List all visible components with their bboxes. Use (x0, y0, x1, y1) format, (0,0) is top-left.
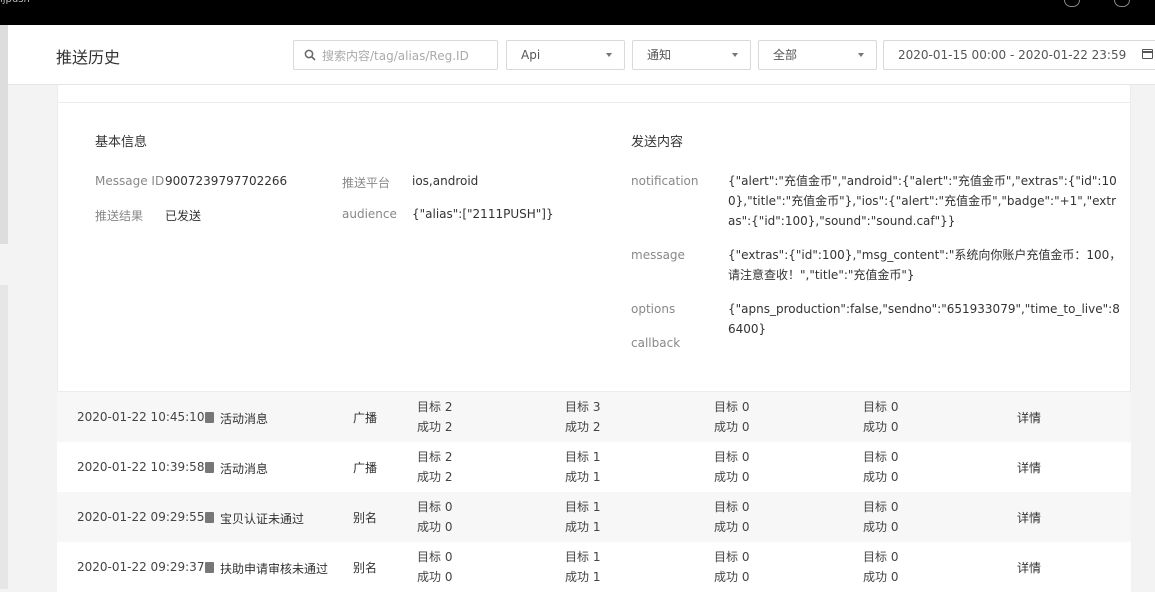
search-box[interactable] (293, 40, 498, 71)
document-icon (205, 412, 214, 423)
content-title: 发送内容 (631, 135, 684, 150)
detail-link[interactable]: 详情 (1017, 409, 1041, 426)
bell-icon[interactable] (1114, 0, 1130, 7)
audience-value: {"alias":["2111PUSH"]} (412, 207, 554, 221)
document-icon (205, 512, 214, 523)
calendar-icon (1142, 49, 1153, 59)
table-row[interactable]: 2020-01-22 10:45:10 活动消息 广播 目标 2 成功 2 目标 … (57, 392, 1131, 442)
winphone-stats: 目标 0 成功 0 (714, 550, 750, 584)
options-value: {"apns_production":false,"sendno":"65193… (728, 302, 1120, 336)
row-title: 宝贝认证未通过 (220, 512, 305, 526)
chevron-down-icon (858, 53, 864, 57)
row-time: 2020-01-22 10:39:58 (77, 460, 205, 474)
top-bar: ijpush (0, 0, 1155, 25)
help-icon[interactable] (1064, 0, 1080, 7)
divider (58, 102, 1130, 103)
row-type: 广播 (353, 461, 378, 475)
callback-label: callback (631, 336, 681, 350)
left-rail-lower (0, 285, 8, 589)
android-stats: 目标 2 成功 2 (417, 400, 453, 434)
date-range-picker[interactable]: 2020-01-15 00:00 - 2020-01-22 23:59 (883, 40, 1155, 70)
row-type: 别名 (353, 511, 378, 525)
chevron-down-icon (732, 53, 738, 57)
row-type: 别名 (353, 561, 378, 575)
type-select[interactable]: 通知 (632, 40, 751, 70)
table-row[interactable]: 2020-01-22 09:29:37 扶助申请审核未通过 别名 目标 0 成功 … (57, 542, 1131, 592)
notification-value: {"alert":"充值金币","android":{"alert":"充值金币… (728, 174, 1117, 228)
options-label: options (631, 302, 676, 316)
row-time: 2020-01-22 10:45:10 (77, 410, 205, 424)
ios-stats: 目标 1 成功 1 (565, 450, 601, 484)
left-rail (0, 25, 8, 244)
detail-link[interactable]: 详情 (1017, 559, 1041, 576)
notification-label: notification (631, 174, 699, 188)
table-row[interactable]: 2020-01-22 09:29:55 宝贝认证未通过 别名 目标 0 成功 0 … (57, 492, 1131, 542)
detail-link[interactable]: 详情 (1017, 509, 1041, 526)
platform-select[interactable]: Api (506, 40, 625, 70)
page-header: 推送历史 Api 通知 全部 2020-01-15 00:00 - 2020-0… (8, 25, 1155, 85)
message-value: {"extras":{"id":100},"msg_content":"系统向你… (728, 248, 1122, 282)
android-stats: 目标 0 成功 0 (417, 550, 453, 584)
table-row[interactable]: 2020-01-22 10:39:58 活动消息 广播 目标 2 成功 2 目标 … (57, 442, 1131, 492)
basic-info-title: 基本信息 (95, 135, 148, 150)
detail-link[interactable]: 详情 (1017, 459, 1041, 476)
android-stats: 目标 2 成功 2 (417, 450, 453, 484)
status-select[interactable]: 全部 (758, 40, 877, 70)
chevron-down-icon (606, 53, 612, 57)
document-icon (205, 562, 214, 573)
row-type: 广播 (353, 411, 378, 425)
row-title: 活动消息 (220, 462, 269, 476)
type-select-value: 通知 (647, 48, 672, 62)
row-title: 活动消息 (220, 412, 269, 426)
result-label: 推送结果 (95, 209, 144, 223)
result-value: 已发送 (165, 209, 202, 223)
other-stats: 目标 0 成功 0 (863, 500, 899, 534)
ios-stats: 目标 1 成功 1 (565, 500, 601, 534)
winphone-stats: 目标 0 成功 0 (714, 400, 750, 434)
page-title: 推送历史 (56, 48, 121, 67)
status-select-value: 全部 (773, 48, 798, 62)
other-stats: 目标 0 成功 0 (863, 550, 899, 584)
platform-value: ios,android (412, 174, 479, 188)
row-time: 2020-01-22 09:29:37 (77, 560, 205, 574)
platform-select-value: Api (521, 48, 541, 62)
search-icon (304, 49, 316, 61)
date-range-value: 2020-01-15 00:00 - 2020-01-22 23:59 (898, 48, 1127, 62)
row-time: 2020-01-22 09:29:55 (77, 510, 205, 524)
winphone-stats: 目标 0 成功 0 (714, 450, 750, 484)
platform-label: 推送平台 (342, 176, 391, 190)
row-title: 扶助申请审核未通过 (220, 562, 329, 576)
other-stats: 目标 0 成功 0 (863, 400, 899, 434)
message-id-value: 9007239797702266 (165, 174, 288, 188)
audience-label: audience (342, 207, 397, 221)
winphone-stats: 目标 0 成功 0 (714, 500, 750, 534)
message-label: message (631, 248, 685, 262)
document-icon (205, 462, 214, 473)
ios-stats: 目标 1 成功 1 (565, 550, 601, 584)
android-stats: 目标 0 成功 0 (417, 500, 453, 534)
ios-stats: 目标 3 成功 2 (565, 400, 601, 434)
message-id-label: Message ID (95, 174, 165, 188)
push-detail-panel: 基本信息 发送内容 Message ID 9007239797702266 推送… (57, 85, 1131, 392)
other-stats: 目标 0 成功 0 (863, 450, 899, 484)
search-input[interactable] (320, 41, 498, 71)
brand-text: ijpush (0, 0, 30, 5)
